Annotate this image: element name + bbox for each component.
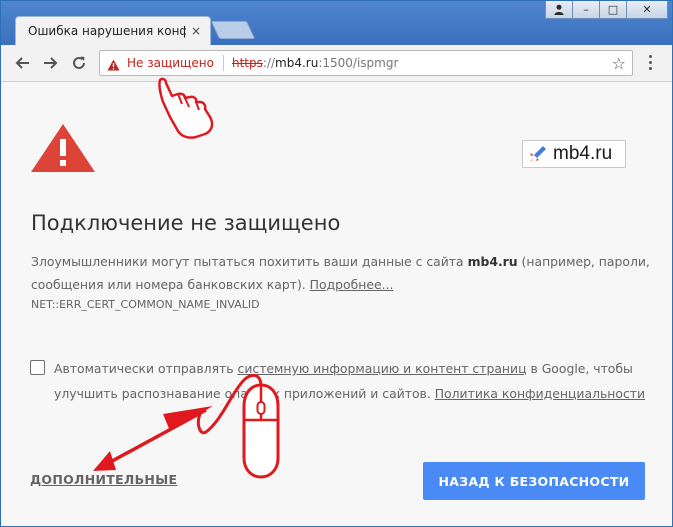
error-code: NET::ERR_CERT_COMMON_NAME_INVALID <box>31 298 260 311</box>
forward-arrow-icon[interactable] <box>39 51 63 75</box>
browser-tab[interactable]: Ошибка нарушения конфиденциальности × <box>15 16 211 46</box>
security-label[interactable]: Не защищено <box>127 56 214 70</box>
close-window-button[interactable]: ✕ <box>626 1 668 19</box>
page-title: Подключение не защищено <box>31 211 341 235</box>
warning-icon[interactable] <box>107 56 120 75</box>
description-host: mb4.ru <box>467 254 518 269</box>
description-text: Злоумышленники могут пытаться похитить в… <box>31 254 468 269</box>
warning-description: Злоумышленники могут пытаться похитить в… <box>31 250 651 296</box>
back-arrow-icon[interactable] <box>10 51 34 75</box>
send-report-checkbox[interactable] <box>30 360 45 375</box>
interstitial-page: mb4.ru Подключение не защищено Злоумышле… <box>1 82 672 526</box>
tab-close-icon[interactable]: × <box>191 24 201 38</box>
title-bar: Ошибка нарушения конфиденциальности × – … <box>1 1 672 46</box>
warning-icon <box>29 122 97 178</box>
advanced-button[interactable]: ДОПОЛНИТЕЛЬНЫЕ <box>30 472 177 487</box>
url-scheme: https <box>232 56 263 70</box>
back-to-safety-button[interactable]: НАЗАД К БЕЗОПАСНОСТИ <box>423 462 645 500</box>
tab-title: Ошибка нарушения конфиденциальности <box>28 24 186 38</box>
learn-more-link[interactable]: Подробнее... <box>310 277 394 292</box>
window-controls: – □ ✕ <box>545 1 668 19</box>
user-icon[interactable] <box>545 1 573 19</box>
checkbox-text: Автоматически отправлять <box>54 361 238 376</box>
reload-icon[interactable] <box>67 51 91 75</box>
maximize-button[interactable]: □ <box>599 1 627 19</box>
omnibox-separator <box>223 55 224 71</box>
menu-icon[interactable] <box>644 54 656 72</box>
site-logo: mb4.ru <box>522 140 626 168</box>
new-tab-button[interactable] <box>210 21 256 39</box>
toolbar: Не защищено https://mb4.ru:1500/ispmgr ☆ <box>1 45 672 82</box>
send-report-label: Автоматически отправлять системную инфор… <box>54 356 654 406</box>
address-bar[interactable]: Не защищено https://mb4.ru:1500/ispmgr ☆ <box>99 50 633 76</box>
url-host: mb4.ru <box>275 56 319 70</box>
url-separator: :// <box>262 56 276 70</box>
url-text[interactable]: https://mb4.ru:1500/ispmgr <box>232 56 398 70</box>
privacy-policy-link[interactable]: Политика конфиденциальности <box>435 386 645 401</box>
star-icon[interactable]: ☆ <box>612 54 626 73</box>
browser-window: Ошибка нарушения конфиденциальности × – … <box>0 0 673 527</box>
minimize-button[interactable]: – <box>572 1 600 19</box>
url-path: :1500/ispmgr <box>318 56 399 70</box>
logo-text: mb4.ru <box>553 143 613 164</box>
system-info-link[interactable]: системную информацию и контент страниц <box>238 361 527 376</box>
